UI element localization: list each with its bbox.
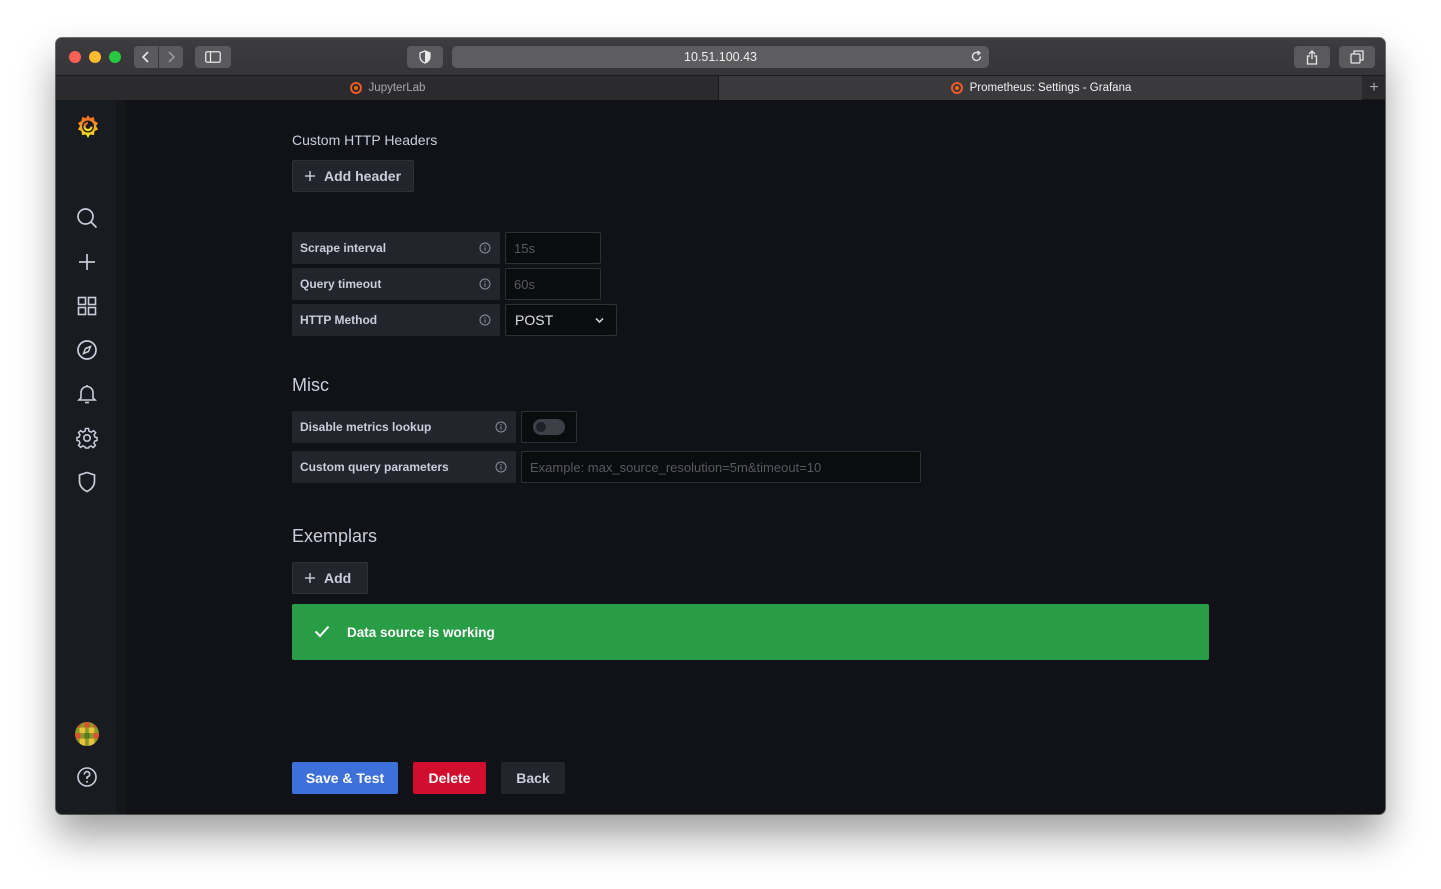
grafana-favicon-icon <box>349 82 362 94</box>
address-bar[interactable]: 10.51.100.43 <box>452 46 989 68</box>
grafana-logo-icon[interactable] <box>75 114 101 140</box>
privacy-report-button[interactable] <box>407 46 443 68</box>
plus-icon[interactable] <box>75 250 99 274</box>
add-header-label: Add header <box>324 168 402 184</box>
back-button[interactable]: Back <box>501 762 565 794</box>
tab-prometheus-settings[interactable]: Prometheus: Settings - Grafana <box>719 76 1362 100</box>
info-circle-icon[interactable] <box>479 242 491 254</box>
add-header-button[interactable]: Add header <box>292 160 414 192</box>
sidebar-icon <box>205 51 221 63</box>
tab-overview-button[interactable] <box>1339 46 1375 68</box>
browser-titlebar: 10.51.100.43 <box>56 38 1385 75</box>
scrape-interval-input[interactable]: 15s <box>505 232 601 264</box>
chevron-down-icon <box>595 317 604 324</box>
custom-query-parameters-label: Custom query parameters <box>292 451 516 483</box>
query-timeout-label: Query timeout <box>292 268 500 300</box>
custom-query-parameters-text: Custom query parameters <box>300 460 449 474</box>
custom-query-parameters-placeholder: Example: max_source_resolution=5m&timeou… <box>530 459 822 475</box>
dashboards-icon[interactable] <box>75 294 99 318</box>
chevron-left-icon <box>141 51 149 63</box>
sidebar-toggle-button[interactable] <box>195 46 231 68</box>
info-circle-icon[interactable] <box>479 278 491 290</box>
save-and-test-button[interactable]: Save & Test <box>292 762 398 794</box>
plus-icon <box>305 573 315 583</box>
share-button[interactable] <box>1294 46 1330 68</box>
reload-icon[interactable] <box>970 50 983 63</box>
query-timeout-input[interactable]: 60s <box>505 268 601 300</box>
gear-icon[interactable] <box>75 426 99 450</box>
maximize-window-button[interactable] <box>109 51 121 63</box>
alerting-bell-icon[interactable] <box>75 382 99 406</box>
add-exemplar-button[interactable]: Add <box>292 562 368 594</box>
browser-window: 10.51.100.43 JupyterLab Prometheus: Sett… <box>56 38 1385 814</box>
explore-icon[interactable] <box>75 338 99 362</box>
settings-content: Custom HTTP Headers Add header Scrape in… <box>126 100 1385 814</box>
disable-metrics-lookup-label: Disable metrics lookup <box>292 411 516 443</box>
help-icon[interactable] <box>75 765 99 789</box>
custom-http-headers-title: Custom HTTP Headers <box>292 132 438 148</box>
shield-icon[interactable] <box>75 470 99 494</box>
http-method-select[interactable]: POST <box>505 304 617 336</box>
custom-query-parameters-input[interactable]: Example: max_source_resolution=5m&timeou… <box>521 451 921 483</box>
add-exemplar-label: Add <box>324 570 352 586</box>
tabs-icon <box>1350 50 1364 64</box>
back-nav-button[interactable] <box>134 46 158 68</box>
disable-metrics-lookup-text: Disable metrics lookup <box>300 420 432 434</box>
datasource-status-message: Data source is working <box>347 624 495 640</box>
forward-nav-button[interactable] <box>159 46 183 68</box>
delete-button[interactable]: Delete <box>413 762 486 794</box>
avatar[interactable] <box>75 722 99 746</box>
datasource-status-alert: Data source is working <box>292 604 1209 660</box>
misc-title: Misc <box>292 375 329 395</box>
sidemenu-gutter <box>116 100 126 814</box>
search-icon[interactable] <box>75 206 99 230</box>
query-timeout-text: Query timeout <box>300 277 382 291</box>
new-tab-plus: + <box>1369 79 1379 96</box>
new-tab-button[interactable]: + <box>1363 76 1385 100</box>
query-timeout-placeholder: 60s <box>514 276 535 292</box>
plus-icon <box>305 171 315 181</box>
scrape-interval-label: Scrape interval <box>292 232 500 264</box>
disable-metrics-lookup-toggle[interactable] <box>533 419 565 435</box>
address-bar-url: 10.51.100.43 <box>684 50 757 64</box>
tab-jupyterlab[interactable]: JupyterLab <box>56 76 719 100</box>
grafana-sidemenu <box>56 100 116 814</box>
http-method-value: POST <box>515 312 554 328</box>
shield-half-icon <box>419 50 431 64</box>
grafana-favicon-icon <box>950 82 963 94</box>
share-icon <box>1306 49 1318 65</box>
tab-title: Prometheus: Settings - Grafana <box>969 82 1132 94</box>
scrape-interval-placeholder: 15s <box>514 240 535 256</box>
info-circle-icon[interactable] <box>479 314 491 326</box>
minimize-window-button[interactable] <box>89 51 101 63</box>
check-icon <box>314 625 330 638</box>
http-method-text: HTTP Method <box>300 313 378 327</box>
browser-tab-bar: JupyterLab Prometheus: Settings - Grafan… <box>56 75 1385 100</box>
info-circle-icon[interactable] <box>495 421 507 433</box>
scrape-interval-text: Scrape interval <box>300 241 387 255</box>
disable-metrics-lookup-toggle-container <box>521 411 577 443</box>
toggle-knob <box>536 422 546 432</box>
exemplars-title: Exemplars <box>292 526 378 546</box>
tab-title: JupyterLab <box>368 82 426 94</box>
chevron-right-icon <box>168 51 176 63</box>
close-window-button[interactable] <box>69 51 81 63</box>
http-method-label: HTTP Method <box>292 304 500 336</box>
info-circle-icon[interactable] <box>495 461 507 473</box>
